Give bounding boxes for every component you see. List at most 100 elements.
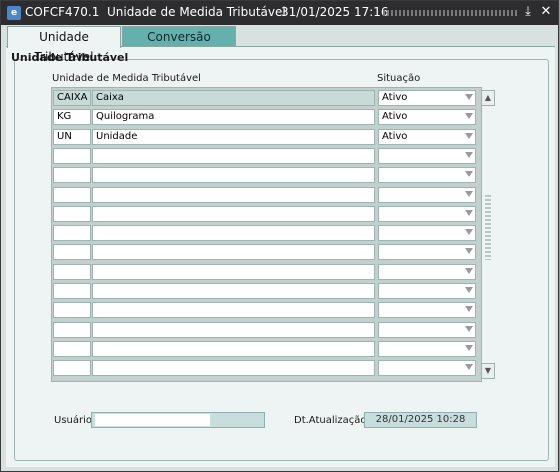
chevron-down-icon[interactable] [465,190,473,197]
table-row[interactable] [52,167,481,184]
status-select[interactable] [378,302,476,319]
table-row[interactable] [52,360,481,377]
status-select[interactable] [378,321,476,338]
table-row[interactable] [52,147,481,164]
chevron-down-icon[interactable] [465,94,473,100]
table-row[interactable]: KG Quilograma Ativo [52,109,481,126]
scroll-thumb[interactable] [485,195,491,260]
unit-code-cell[interactable] [53,147,91,164]
status-value: Ativo [382,130,408,142]
status-value: Ativo [382,92,408,103]
table-row[interactable] [52,340,481,357]
status-select[interactable]: Ativo [378,109,476,126]
title-bar-grip [383,10,519,16]
status-select[interactable]: Ativo [378,90,476,106]
scroll-down-icon[interactable]: ▼ [481,363,495,379]
unit-code-cell[interactable]: UN [53,128,91,145]
unit-description-cell[interactable] [92,302,375,319]
column-header-unit: Unidade de Medida Tributável [52,73,201,84]
chevron-down-icon[interactable] [465,209,473,216]
unit-code-cell[interactable] [53,302,91,319]
status-select[interactable] [378,263,476,280]
form-code: COFCF470.1 [25,5,100,19]
status-select[interactable] [378,225,476,242]
unit-code-cell[interactable] [53,167,91,184]
unit-description-cell[interactable]: Caixa [92,90,375,106]
unit-description-cell[interactable]: Quilograma [92,109,375,126]
update-label: Dt.Atualização [294,415,367,426]
unit-code-cell[interactable] [53,283,91,299]
unit-description-cell[interactable] [92,186,375,203]
unit-description-cell[interactable] [92,205,375,222]
unit-description-cell[interactable] [92,340,375,357]
app-window: e COFCF470.1 Unidade de Medida Tributáve… [0,0,559,472]
status-select[interactable] [378,167,476,184]
user-field-value-area [95,414,210,426]
status-select[interactable] [378,147,476,164]
unit-description-cell[interactable] [92,283,375,299]
unit-code-cell[interactable] [53,225,91,242]
unit-description-cell[interactable] [92,263,375,280]
status-select[interactable] [378,205,476,222]
unit-description-cell[interactable] [92,147,375,164]
tab-bar: Unidade Tributável Conversão [1,25,558,64]
chevron-down-icon[interactable] [465,113,473,120]
unit-code-cell[interactable] [53,340,91,357]
table-row[interactable] [52,302,481,319]
user-field[interactable] [91,412,265,428]
chevron-down-icon[interactable] [465,306,473,313]
tab-unidade-tributavel[interactable]: Unidade Tributável [7,26,121,64]
table-row[interactable] [52,321,481,338]
status-select[interactable]: Ativo [378,128,476,145]
chevron-down-icon[interactable] [465,364,473,371]
scroll-up-icon[interactable]: ▲ [481,90,495,106]
unit-description-cell[interactable] [92,167,375,184]
chevron-down-icon[interactable] [465,344,473,351]
unit-description-cell[interactable] [92,225,375,242]
chevron-down-icon[interactable] [465,151,473,158]
tab-conversao[interactable]: Conversão [122,26,236,47]
unit-code-cell[interactable] [53,321,91,338]
column-header-status: Situação [377,73,421,84]
unit-code-cell[interactable] [53,205,91,222]
table-row[interactable]: UN Unidade Ativo [52,128,481,145]
table-row[interactable] [52,263,481,280]
table-row[interactable] [52,283,481,299]
table-row[interactable]: CAIXA Caixa Ativo [52,90,481,106]
unit-description-cell[interactable] [92,321,375,338]
app-icon: e [7,6,21,20]
update-date-field: 28/01/2025 10:28 [364,412,477,428]
status-select[interactable] [378,186,476,203]
chevron-down-icon[interactable] [465,248,473,255]
window-datetime: 31/01/2025 17:16 [281,5,389,19]
status-select[interactable] [378,360,476,377]
grid-scrollbar[interactable]: ▲ ▼ [481,90,495,379]
chevron-down-icon[interactable] [465,229,473,236]
unit-code-cell[interactable]: KG [53,109,91,126]
chevron-down-icon[interactable] [465,325,473,332]
chevron-down-icon[interactable] [465,267,473,274]
unit-code-cell[interactable]: CAIXA [53,90,91,106]
unit-code-cell[interactable] [53,244,91,261]
unit-description-cell[interactable] [92,244,375,261]
table-row[interactable] [52,186,481,203]
status-select[interactable] [378,244,476,261]
status-select[interactable] [378,283,476,299]
title-bar: e COFCF470.1 Unidade de Medida Tributáve… [1,1,558,25]
table-row[interactable] [52,244,481,261]
close-icon[interactable]: ✕ [538,4,554,20]
unit-description-cell[interactable]: Unidade [92,128,375,145]
status-select[interactable] [378,340,476,357]
units-grid: CAIXA Caixa Ativo KG Quilograma Ativo UN Unidad… [51,87,482,382]
minimize-icon[interactable]: ⤓ [520,4,536,20]
chevron-down-icon[interactable] [465,132,473,139]
table-row[interactable] [52,205,481,222]
chevron-down-icon[interactable] [465,287,473,293]
unit-description-cell[interactable] [92,360,375,377]
window-title: Unidade de Medida Tributável [107,5,286,19]
unit-code-cell[interactable] [53,263,91,280]
unit-code-cell[interactable] [53,360,91,377]
table-row[interactable] [52,225,481,242]
unit-code-cell[interactable] [53,186,91,203]
chevron-down-icon[interactable] [465,171,473,178]
